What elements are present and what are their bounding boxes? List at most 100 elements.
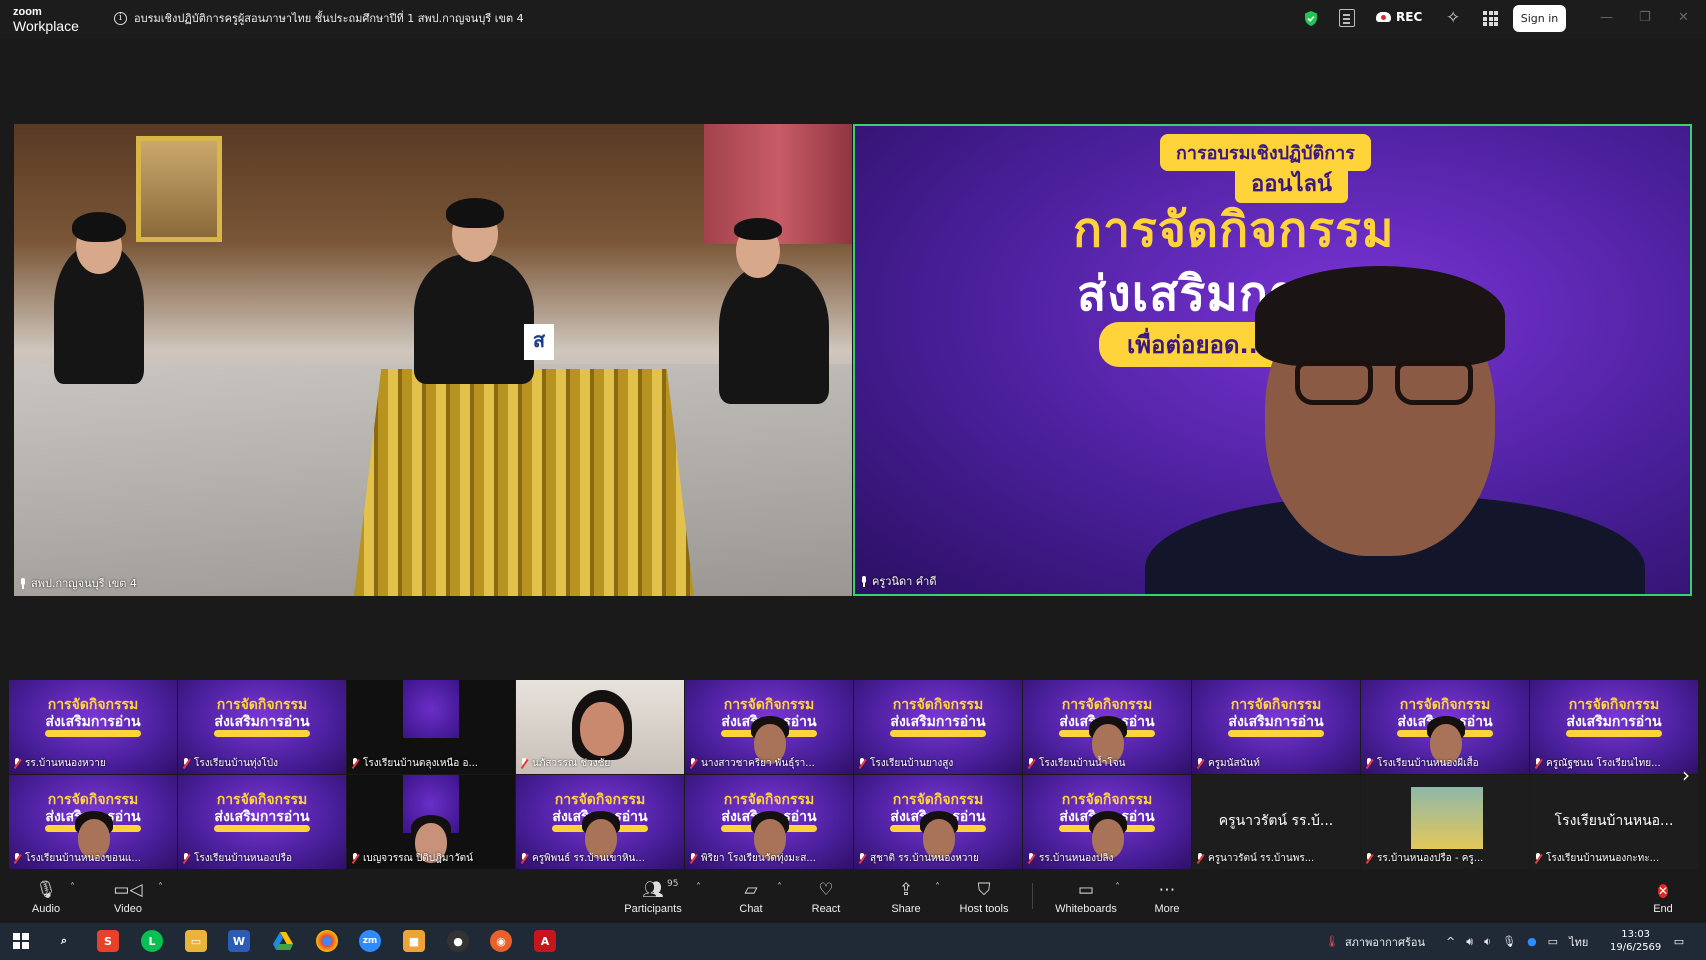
thumb-display-name: โรงเรียนบ้านหนอ... (1554, 813, 1674, 829)
speaker-hair (446, 198, 504, 228)
chat-caret-icon[interactable]: ˄ (777, 882, 782, 893)
participant-thumbnail[interactable]: โรงเรียนบ้านตลุงเหนือ อ... (347, 680, 515, 774)
participant-thumbnail[interactable]: การจัดกิจกรรมส่งเสริมการอ่านโรงเรียนบ้าน… (854, 680, 1022, 774)
language-indicator[interactable]: ไทย (1569, 933, 1588, 951)
gallery-next-arrow-icon[interactable]: › (1682, 763, 1690, 787)
heart-icon: ♡ (818, 879, 834, 900)
security-shield-icon[interactable] (1303, 10, 1319, 27)
participant-thumbnail[interactable]: การจัดกิจกรรมส่งเสริมการอ่านครูพิพนธ์ รร… (516, 775, 684, 869)
host-tools-label: Host tools (959, 902, 1009, 915)
participants-button[interactable]: 👥︎ Participants (622, 870, 684, 923)
search-icon[interactable]: ⌕ (53, 930, 75, 952)
file-explorer-icon[interactable]: ▭ (185, 930, 207, 952)
tray-chevron-icon[interactable]: ^ (1446, 935, 1455, 948)
recorder-app-icon[interactable]: ● (447, 930, 469, 952)
host-tools-button[interactable]: ⛉ Host tools (958, 870, 1010, 923)
participant-thumbnail[interactable]: การจัดกิจกรรมส่งเสริมการอ่านโรงเรียนบ้าน… (178, 680, 346, 774)
maximize-icon[interactable]: ❐ (1639, 10, 1651, 25)
toolbar-divider (1032, 883, 1033, 909)
meeting-toolbar: 🎙︎ Audio ˄ ▭◁ Video ˄ 👥︎ Participants 95… (0, 870, 1706, 923)
participant-thumbnail[interactable]: การจัดกิจกรรม ส่งเสริมการอ่าน ครูมนัสนันท์ (1192, 680, 1360, 774)
mic-tray-icon[interactable]: 🎙︎ (1502, 935, 1516, 948)
end-x-icon: ✕ (1657, 883, 1669, 898)
muted-mic-icon (858, 853, 866, 864)
video-tile-host-room[interactable]: ส สพป.กาญจนบุรี เขต 4 (14, 124, 852, 596)
app-s-icon[interactable]: S (97, 930, 119, 952)
weather-widget[interactable]: 🌡︎ สภาพอากาศร้อน (1325, 923, 1425, 960)
recording-indicator[interactable]: REC (1376, 10, 1422, 24)
participant-thumbnail[interactable]: การจัดกิจกรรมส่งเสริมการอ่านนางสาวชาคริย… (685, 680, 853, 774)
muted-mic-icon (689, 853, 697, 864)
audio-options-caret-icon[interactable]: ˄ (70, 882, 75, 893)
thumb-name-label: รร.บ้านหนองปรือ - ครู... (1365, 851, 1525, 866)
meeting-title[interactable]: i อบรมเชิงปฏิบัติการครูผู้สอนภาษาไทย ชั้… (114, 9, 524, 27)
whiteboards-button[interactable]: ▭ Whiteboards (1054, 870, 1118, 923)
react-button[interactable]: ♡ React (811, 870, 841, 923)
close-icon[interactable]: ✕ (1678, 10, 1689, 25)
participant-thumbnail[interactable]: นภัสวรรณ ช่วงชัย (516, 680, 684, 774)
whiteboards-label: Whiteboards (1055, 902, 1117, 915)
ai-companion-icon[interactable]: ✧ (1446, 8, 1460, 28)
participant-thumbnail[interactable]: เบญจวรรณ ปิติปฎิมาวัตน์ (347, 775, 515, 869)
participant-thumbnail[interactable]: โรงเรียนบ้านหนอ... โรงเรียนบ้านหนองกะทะ..… (1530, 775, 1698, 869)
sign-in-button[interactable]: Sign in (1513, 5, 1566, 32)
participant-thumbnail[interactable]: การจัดกิจกรรมส่งเสริมการอ่านรร.บ้านหนองป… (1023, 775, 1191, 869)
audio-button[interactable]: 🎙︎ Audio (28, 870, 64, 923)
thumb-name-label: เบญจวรรณ ปิติปฎิมาวัตน์ (351, 851, 511, 866)
participant-thumbnail[interactable]: การจัดกิจกรรม ส่งเสริมการอ่าน รร.บ้านหนองห… (9, 680, 177, 774)
share-button[interactable]: ⇪ Share (890, 870, 922, 923)
weather-text: สภาพอากาศร้อน (1344, 935, 1425, 949)
more-label: More (1154, 902, 1180, 915)
network-icon[interactable]: ▭ (1548, 935, 1558, 948)
chrome-icon[interactable] (316, 930, 338, 952)
participant-thumbnail[interactable]: การจัดกิจกรรมส่งเสริมการอ่านพิริยา โรงเร… (685, 775, 853, 869)
speaker-icon[interactable]: 🔊︎ (1466, 935, 1473, 949)
notes-icon[interactable] (1339, 9, 1355, 27)
participants-caret-icon[interactable]: ˄ (696, 882, 701, 893)
info-icon[interactable]: i (114, 11, 127, 25)
participant-name: โรงเรียนบ้านยางสูง (870, 758, 954, 769)
chat-button[interactable]: ▱ Chat (736, 870, 766, 923)
participant-thumbnail[interactable]: การจัดกิจกรรมส่งเสริมการอ่านโรงเรียนบ้าน… (1023, 680, 1191, 774)
video-button[interactable]: ▭◁ Video (112, 870, 144, 923)
volume-icon[interactable]: 🔉︎ (1484, 935, 1491, 949)
apps-grid-icon[interactable] (1483, 11, 1498, 26)
logo-bottom: Workplace (13, 18, 79, 34)
participant-thumbnail[interactable]: การจัดกิจกรรมส่งเสริมการอ่านโรงเรียนบ้าน… (1361, 680, 1529, 774)
meeting-title-text: อบรมเชิงปฏิบัติการครูผู้สอนภาษาไทย ชั้นป… (134, 12, 524, 25)
share-label: Share (891, 902, 921, 915)
end-meeting-button[interactable]: ✕ End (1650, 870, 1676, 923)
thumb-name-label: โรงเรียนบ้านยางสูง (858, 756, 1018, 771)
notifications-icon[interactable]: ▭ (1668, 930, 1690, 952)
more-button[interactable]: ⋯ More (1152, 870, 1182, 923)
firefox-icon[interactable]: ◉ (490, 930, 512, 952)
participant-thumbnail[interactable]: การจัดกิจกรรมส่งเสริมการอ่านโรงเรียนบ้าน… (9, 775, 177, 869)
participant-name: โรงเรียนบ้านหนองปรือ (194, 853, 292, 864)
word-icon[interactable]: W (228, 930, 250, 952)
participant-thumbnail[interactable]: การจัดกิจกรรมส่งเสริมการอ่านโรงเรียนบ้าน… (178, 775, 346, 869)
taskbar-clock[interactable]: 13:03 19/6/2569 (1610, 928, 1661, 954)
participant-name: ครูณัฐชนน โรงเรียนไทย... (1546, 758, 1661, 769)
title-bar: zoom Workplace i อบรมเชิงปฏิบัติการครูผู… (0, 0, 1706, 39)
participant-thumbnail[interactable]: ครูนาวรัตน์ รร.บ้... ครูนาวรัตน์ รร.บ้านพ… (1192, 775, 1360, 869)
active-app-icon[interactable]: ■ (403, 930, 425, 952)
participant-thumbnail[interactable]: การจัดกิจกรรม ส่งเสริมการอ่าน ครูณัฐชนน โร… (1530, 680, 1698, 774)
zoom-taskbar-icon[interactable]: zm (359, 930, 381, 952)
google-drive-icon[interactable] (272, 930, 294, 952)
whiteboards-caret-icon[interactable]: ˄ (1115, 882, 1120, 893)
line-app-icon[interactable]: L (141, 930, 163, 952)
muted-mic-icon (1027, 853, 1035, 864)
chat-label: Chat (739, 902, 763, 915)
windows-start-icon[interactable] (10, 930, 32, 952)
zoom-tray-icon[interactable]: ● (1527, 935, 1537, 948)
video-tile-active-speaker[interactable]: การอบรมเชิงปฏิบัติการ ออนไลน์ การจัดกิจก… (853, 124, 1692, 596)
left-tile-name: สพป.กาญจนบุรี เขต 4 (31, 577, 137, 590)
participant-thumbnail[interactable]: รร.บ้านหนองปรือ - ครู... (1361, 775, 1529, 869)
whiteboard-icon: ▭ (1077, 879, 1095, 900)
muted-mic-icon (520, 758, 528, 769)
minimize-icon[interactable]: — (1600, 10, 1613, 25)
acrobat-icon[interactable]: A (534, 930, 556, 952)
participant-thumbnail[interactable]: การจัดกิจกรรมส่งเสริมการอ่านสุชาติ รร.บ้… (854, 775, 1022, 869)
video-options-caret-icon[interactable]: ˄ (158, 882, 163, 893)
share-caret-icon[interactable]: ˄ (935, 882, 940, 893)
